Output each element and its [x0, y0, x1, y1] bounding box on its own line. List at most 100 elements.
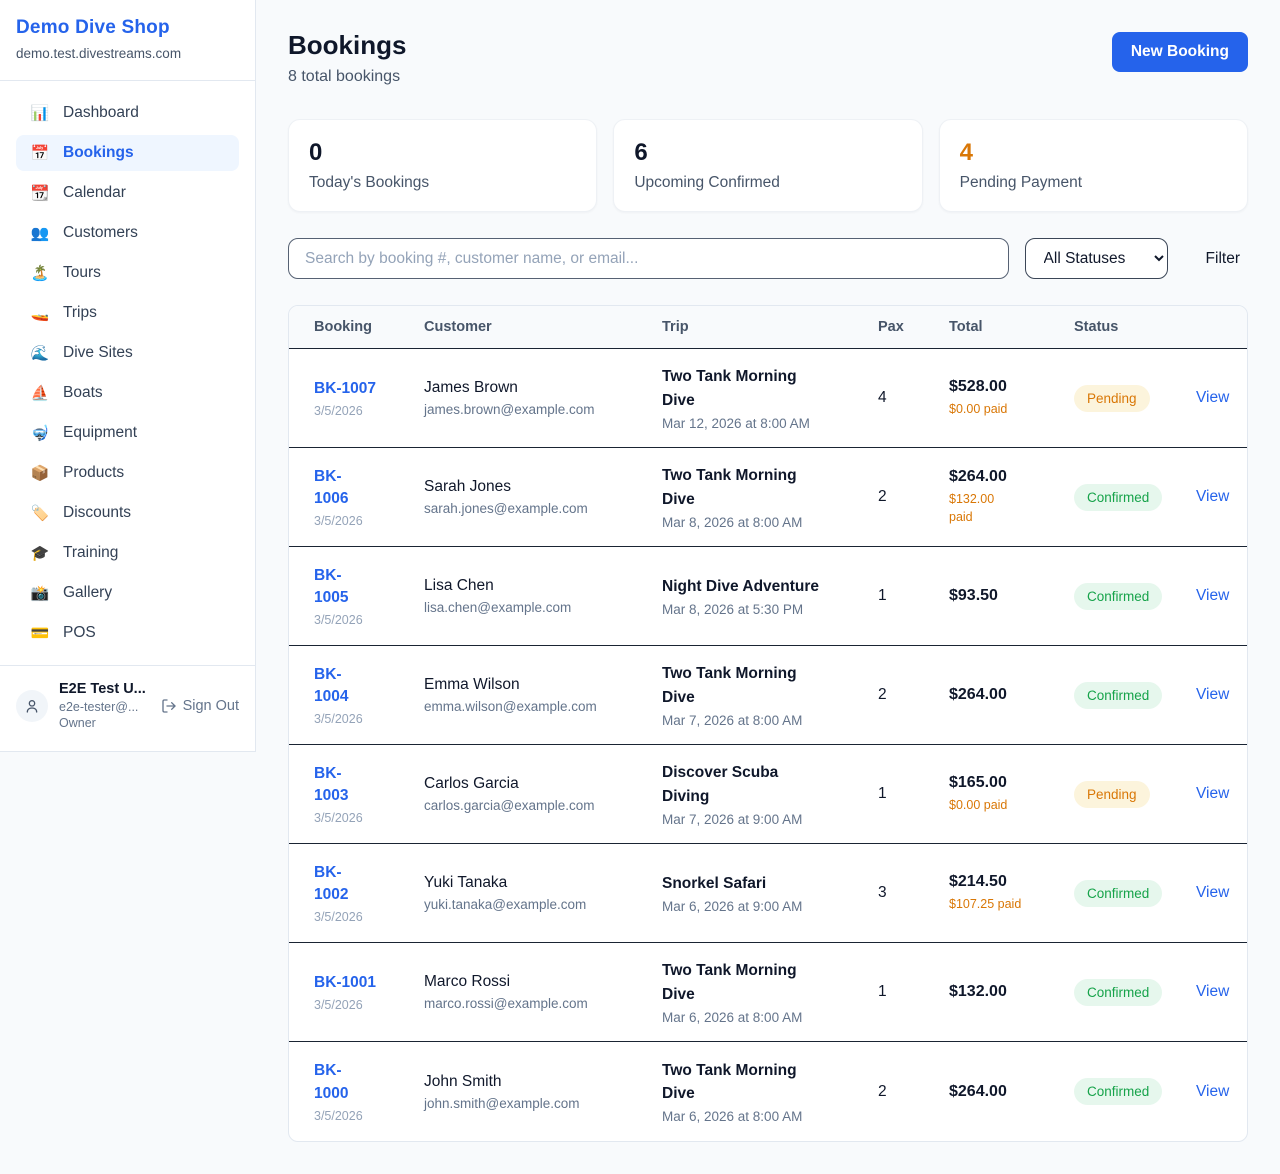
- customer-email: emma.wilson@example.com: [424, 699, 650, 714]
- sidebar-item[interactable]: 👥 Customers: [16, 215, 239, 251]
- total-cell: $165.00 $0.00 paid: [949, 774, 1074, 815]
- view-link[interactable]: View: [1196, 785, 1229, 802]
- trip-datetime: Mar 6, 2026 at 8:00 AM: [662, 1109, 866, 1124]
- total-bookings-count: 8 total bookings: [288, 68, 406, 86]
- trip-cell: Two Tank Morning Dive Mar 7, 2026 at 8:0…: [662, 662, 878, 728]
- booking-date: 3/5/2026: [314, 404, 412, 418]
- sidebar-item[interactable]: 🏝️ Tours: [16, 255, 239, 291]
- sign-out-button[interactable]: Sign Out: [161, 698, 239, 714]
- booking-id-link[interactable]: BK- 1000: [314, 1060, 412, 1105]
- view-link[interactable]: View: [1196, 983, 1229, 1000]
- graduation-cap-icon: 🎓: [30, 546, 50, 561]
- booking-cell: BK- 1003 3/5/2026: [289, 763, 424, 826]
- sidebar-item[interactable]: 🏷️ Discounts: [16, 495, 239, 531]
- view-link[interactable]: View: [1196, 389, 1229, 406]
- trip-cell: Two Tank Morning Dive Mar 6, 2026 at 8:0…: [662, 959, 878, 1025]
- booking-id-link[interactable]: BK- 1005: [314, 565, 412, 610]
- sailboat-icon: ⛵: [30, 386, 50, 401]
- sidebar-item-label: Dashboard: [63, 104, 139, 122]
- sidebar-item[interactable]: 📆 Calendar: [16, 175, 239, 211]
- booking-id-link[interactable]: BK- 1003: [314, 763, 412, 808]
- table-row: BK-1007 3/5/2026 James Brown james.brown…: [289, 349, 1247, 448]
- stat-label: Pending Payment: [960, 174, 1227, 192]
- amount-paid: $0.00 paid: [949, 797, 1062, 815]
- sidebar-item-label: Bookings: [63, 144, 134, 162]
- trip-datetime: Mar 7, 2026 at 9:00 AM: [662, 812, 866, 827]
- trip-cell: Discover Scuba Diving Mar 7, 2026 at 9:0…: [662, 761, 878, 827]
- total-cell: $214.50 $107.25 paid: [949, 873, 1074, 914]
- customer-cell: Lisa Chen lisa.chen@example.com: [424, 577, 662, 615]
- sidebar-item-label: Training: [63, 544, 118, 562]
- trip-cell: Snorkel Safari Mar 6, 2026 at 9:00 AM: [662, 872, 878, 914]
- trip-datetime: Mar 6, 2026 at 9:00 AM: [662, 899, 866, 914]
- view-link[interactable]: View: [1196, 884, 1229, 901]
- total-cell: $264.00: [949, 1083, 1074, 1101]
- total-cell: $264.00: [949, 686, 1074, 704]
- amount-paid: $107.25 paid: [949, 896, 1062, 914]
- stat-value: 0: [309, 139, 576, 167]
- view-link[interactable]: View: [1196, 686, 1229, 703]
- pax-cell: 1: [878, 983, 949, 1001]
- avatar: [16, 690, 48, 722]
- table-row: BK- 1006 3/5/2026 Sarah Jones sarah.jone…: [289, 448, 1247, 547]
- total-amount: $93.50: [949, 587, 1062, 605]
- customer-name: Lisa Chen: [424, 577, 650, 595]
- pax-cell: 2: [878, 1083, 949, 1101]
- sidebar-item[interactable]: 📊 Dashboard: [16, 95, 239, 131]
- trip-name: Two Tank Morning Dive: [662, 464, 866, 511]
- people-icon: 👥: [30, 226, 50, 241]
- booking-cell: BK- 1005 3/5/2026: [289, 565, 424, 628]
- sidebar-item[interactable]: 💳 POS: [16, 615, 239, 651]
- booking-id-link[interactable]: BK- 1002: [314, 862, 412, 907]
- customer-name: James Brown: [424, 379, 650, 397]
- trip-name: Two Tank Morning Dive: [662, 365, 866, 412]
- view-link[interactable]: View: [1196, 488, 1229, 505]
- stat-label: Upcoming Confirmed: [634, 174, 901, 192]
- customer-email: john.smith@example.com: [424, 1096, 650, 1111]
- sidebar-item[interactable]: 🤿 Equipment: [16, 415, 239, 451]
- customer-cell: Carlos Garcia carlos.garcia@example.com: [424, 775, 662, 813]
- search-input[interactable]: [288, 238, 1009, 279]
- table-row: BK-1001 3/5/2026 Marco Rossi marco.rossi…: [289, 943, 1247, 1042]
- sign-out-label: Sign Out: [183, 698, 239, 714]
- new-booking-button[interactable]: New Booking: [1112, 32, 1248, 72]
- sidebar-item[interactable]: ⛵ Boats: [16, 375, 239, 411]
- column-header-total: Total: [949, 319, 1074, 335]
- booking-id-link[interactable]: BK- 1004: [314, 664, 412, 709]
- view-link[interactable]: View: [1196, 1083, 1229, 1100]
- status-badge: Confirmed: [1074, 1078, 1162, 1105]
- status-badge: Confirmed: [1074, 484, 1162, 511]
- sidebar-item[interactable]: 🎓 Training: [16, 535, 239, 571]
- booking-id-link[interactable]: BK-1007: [314, 378, 412, 400]
- table-body: BK-1007 3/5/2026 James Brown james.brown…: [289, 349, 1247, 1141]
- sidebar-item[interactable]: 🚤 Trips: [16, 295, 239, 331]
- package-icon: 📦: [30, 466, 50, 481]
- trip-datetime: Mar 12, 2026 at 8:00 AM: [662, 416, 866, 431]
- booking-id-link[interactable]: BK- 1006: [314, 466, 412, 511]
- sidebar-item[interactable]: 📅 Bookings: [16, 135, 239, 171]
- sidebar-item-label: Discounts: [63, 504, 131, 522]
- filter-button[interactable]: Filter: [1198, 246, 1248, 272]
- view-link[interactable]: View: [1196, 587, 1229, 604]
- status-filter-select[interactable]: All Statuses: [1025, 238, 1168, 279]
- sidebar-item-label: POS: [63, 624, 96, 642]
- sidebar-item[interactable]: 📦 Products: [16, 455, 239, 491]
- sidebar-footer: E2E Test U... e2e-tester@... Owner Sign …: [0, 665, 255, 751]
- table-header-row: Booking Customer Trip Pax Total Status: [289, 306, 1247, 349]
- amount-paid: $0.00 paid: [949, 401, 1062, 419]
- actions-cell: View: [1196, 389, 1247, 407]
- customer-email: yuki.tanaka@example.com: [424, 897, 650, 912]
- sidebar-item[interactable]: 📸 Gallery: [16, 575, 239, 611]
- actions-cell: View: [1196, 587, 1247, 605]
- trip-cell: Two Tank Morning Dive Mar 8, 2026 at 8:0…: [662, 464, 878, 530]
- sidebar-item[interactable]: 🌊 Dive Sites: [16, 335, 239, 371]
- trip-cell: Night Dive Adventure Mar 8, 2026 at 5:30…: [662, 575, 878, 617]
- booking-id-link[interactable]: BK-1001: [314, 972, 412, 994]
- trip-name: Discover Scuba Diving: [662, 761, 866, 808]
- stat-value: 6: [634, 139, 901, 167]
- status-badge: Confirmed: [1074, 583, 1162, 610]
- pax-cell: 2: [878, 686, 949, 704]
- user-info: E2E Test U... e2e-tester@... Owner: [59, 680, 146, 731]
- column-header-status: Status: [1074, 319, 1196, 335]
- status-cell: Confirmed: [1074, 682, 1196, 709]
